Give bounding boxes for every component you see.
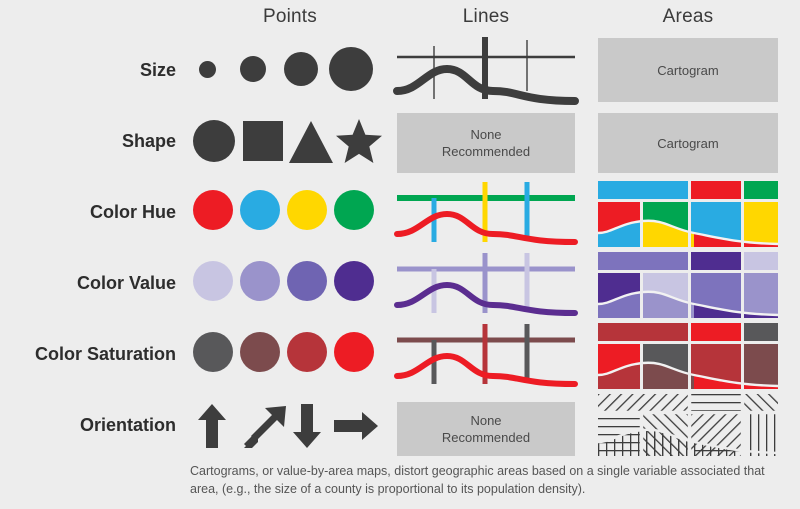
size-lines-diagram	[393, 37, 579, 105]
saturation-dot-3	[287, 332, 327, 372]
cell-shape-points	[190, 112, 390, 172]
column-header-lines: Lines	[462, 6, 510, 27]
size-dot-4	[329, 47, 373, 91]
cell-saturation-areas	[598, 323, 778, 389]
cell-value-lines	[394, 249, 578, 321]
orientation-hatch-mosaic	[598, 394, 778, 456]
hue-cartogram-mosaic	[598, 181, 778, 247]
shape-triangle	[289, 121, 333, 163]
size-dot-3	[284, 52, 318, 86]
value-dot-3	[287, 261, 327, 301]
cell-hue-points	[190, 186, 390, 238]
cell-saturation-lines	[394, 320, 578, 392]
footnote-text: Cartograms, or value-by-area maps, disto…	[190, 464, 765, 496]
cell-shape-areas-cartogram: Cartogram	[598, 113, 778, 173]
value-dot-2	[240, 261, 280, 301]
none-recommended-line1-b: None	[470, 413, 502, 428]
hue-dot-red	[193, 190, 233, 230]
cell-size-areas-cartogram: Cartogram	[598, 38, 778, 102]
saturation-cartogram-mosaic	[598, 323, 778, 389]
value-cartogram-mosaic	[598, 252, 778, 318]
size-dot-1	[199, 61, 216, 78]
shape-star	[336, 119, 382, 163]
saturation-lines-diagram	[394, 324, 578, 387]
hue-dot-yellow	[287, 190, 327, 230]
row-label-orientation: Orientation	[79, 415, 176, 435]
value-dot-1	[193, 261, 233, 301]
column-header-areas: Areas	[662, 6, 714, 27]
cell-orientation-areas	[598, 394, 778, 456]
none-recommended-label-2: None Recommended	[442, 412, 530, 446]
row-label-color-saturation: Color Saturation	[34, 344, 176, 364]
none-recommended-line2: Recommended	[441, 144, 531, 159]
saturation-dot-4	[334, 332, 374, 372]
shape-circle	[193, 120, 235, 162]
saturation-dot-1	[193, 332, 233, 372]
size-dot-2	[240, 56, 266, 82]
none-recommended-line1: None	[470, 127, 502, 142]
arrow-up-icon	[198, 404, 226, 448]
saturation-dot-2	[240, 332, 280, 372]
none-recommended-label: None Recommended	[442, 126, 530, 160]
arrow-down-icon	[293, 404, 321, 448]
cartogram-label-2: Cartogram	[657, 135, 719, 151]
none-recommended-line2-b: Recommended	[441, 430, 531, 445]
cell-shape-lines-none-recommended: None Recommended	[397, 113, 575, 173]
hue-lines-diagram	[394, 182, 578, 245]
hue-dot-green	[334, 190, 374, 230]
cell-value-points	[190, 257, 390, 309]
cell-orientation-points	[190, 400, 390, 452]
cell-size-lines	[393, 33, 579, 105]
row-label-color-hue: Color Hue	[89, 202, 176, 222]
value-dot-4	[334, 261, 374, 301]
cell-orientation-lines-none-recommended: None Recommended	[397, 402, 575, 456]
row-label-color-value: Color Value	[76, 273, 176, 293]
shape-square	[243, 121, 283, 161]
cell-saturation-points	[190, 328, 390, 380]
value-lines-diagram	[394, 253, 578, 316]
cell-hue-lines	[394, 178, 578, 250]
cell-hue-areas	[598, 181, 778, 247]
cell-size-points	[190, 38, 390, 100]
cell-value-areas	[598, 252, 778, 318]
cartogram-label: Cartogram	[657, 62, 719, 78]
arrow-up-right-icon	[244, 406, 286, 448]
column-header-points: Points	[262, 6, 317, 27]
hue-dot-blue	[240, 190, 280, 230]
row-label-shape: Shape	[121, 131, 176, 151]
visual-variables-figure: Points Lines Areas Size Shape Color Hue …	[0, 0, 800, 509]
arrow-right-icon	[334, 412, 378, 440]
row-label-size: Size	[139, 60, 176, 80]
